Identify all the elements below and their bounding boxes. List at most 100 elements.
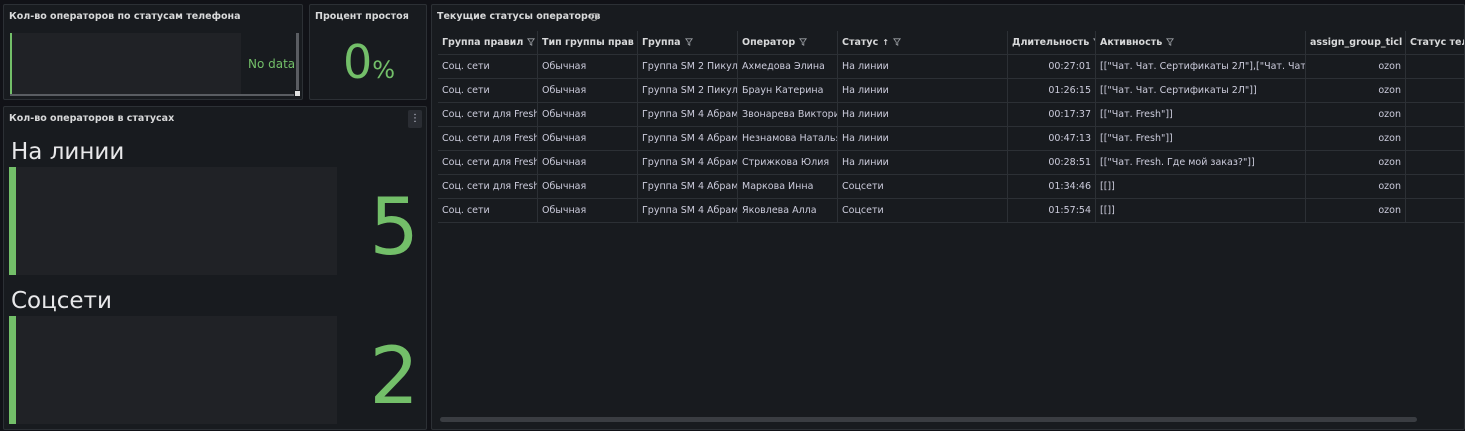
column-header[interactable]: Группа правил <box>438 31 538 55</box>
table-cell: Обычная <box>538 103 638 127</box>
column-header[interactable]: Статус ↑ <box>838 31 1008 55</box>
table-cell: 01:26:15 <box>1008 79 1096 103</box>
table-cell: [["Чат. Чат. Сертификаты 2Л"],["Чат. Чат… <box>1096 55 1306 79</box>
panel-title: Кол-во операторов по статусам телефона <box>9 11 241 22</box>
table-cell: Маркова Инна <box>738 175 838 199</box>
column-header[interactable]: Активность <box>1096 31 1306 55</box>
cell-value: На линии <box>842 61 889 72</box>
cell-value: Соц. сети для Fresh <box>442 157 538 168</box>
table-cell: Группа SM 4 Абрамо <box>638 175 738 199</box>
table-cell: Соц. сети для Fresh <box>438 127 538 151</box>
cell-value: Маркова Инна <box>742 181 814 192</box>
cell-value: Яковлева Алла <box>742 205 817 216</box>
filter-icon[interactable] <box>892 38 901 46</box>
column-header[interactable]: assign_group_ticl <box>1306 31 1406 55</box>
table-row[interactable]: Соц. сети для Fresh Обычная Группа SM 4 Аб… <box>438 151 1464 175</box>
table-cell <box>1406 55 1464 79</box>
cell-value: Незнамова Наталья <box>742 133 838 144</box>
table-cell: Группа SM 4 Абрамо <box>638 151 738 175</box>
cell-value: Обычная <box>542 133 587 144</box>
table-cell: На линии <box>838 151 1008 175</box>
column-header-label: Статус теле <box>1410 37 1464 48</box>
cell-value: Соц. сети <box>442 85 490 96</box>
stat-value: 2 <box>369 332 419 422</box>
table-cell: ozon <box>1306 199 1406 223</box>
column-header-label: Группа правил <box>442 37 524 48</box>
table-cell: ozon <box>1306 103 1406 127</box>
cell-value: Группа SM 4 Абрамо <box>642 109 738 120</box>
table-cell: Незнамова Наталья <box>738 127 838 151</box>
cell-value: [["Чат. Fresh"]] <box>1100 133 1173 144</box>
cell-value: ozon <box>1378 85 1401 96</box>
table-row[interactable]: Соц. сети для Fresh Обычная Группа SM 4 Аб… <box>438 175 1464 199</box>
info-icon[interactable]: i <box>590 13 598 21</box>
resize-handle[interactable] <box>295 91 300 96</box>
cell-value: Соцсети <box>842 205 884 216</box>
cell-value: На линии <box>842 157 889 168</box>
x-axis-scrollbar[interactable] <box>10 94 294 96</box>
status-stat-social: Соцсети 2 <box>9 288 419 428</box>
table-cell: Соц. сети <box>438 199 538 223</box>
cell-value: [["Чат. Fresh"]] <box>1100 109 1173 120</box>
cell-value: Соц. сети <box>442 61 490 72</box>
sort-asc-icon[interactable]: ↑ <box>882 38 889 47</box>
y-axis-scrollbar[interactable] <box>296 33 299 90</box>
cell-value: 01:34:46 <box>1048 181 1091 192</box>
table-cell: 00:47:13 <box>1008 127 1096 151</box>
table-row[interactable]: Соц. сети Обычная Группа SM 2 Пикули Браун … <box>438 79 1464 103</box>
filter-icon[interactable] <box>684 38 693 46</box>
column-header[interactable]: Длительность <box>1008 31 1096 55</box>
table-header-row: Группа правил Тип группы прав Группа Операт… <box>438 31 1464 55</box>
table-cell: ozon <box>1306 55 1406 79</box>
cell-value: Обычная <box>542 157 587 168</box>
cell-value: Звонарева Виктория <box>742 109 838 120</box>
column-header-label: Оператор <box>742 37 796 48</box>
table-cell: Обычная <box>538 151 638 175</box>
cell-value: 01:26:15 <box>1048 85 1091 96</box>
cell-value: Обычная <box>542 205 587 216</box>
table-cell: Соцсети <box>838 175 1008 199</box>
cell-value: Соц. сети для Fresh <box>442 109 538 120</box>
horizontal-scrollbar[interactable] <box>440 417 1417 422</box>
cell-value: Соц. сети для Fresh <box>442 181 538 192</box>
table-row[interactable]: Соц. сети Обычная Группа SM 4 Абрамо Яковле… <box>438 199 1464 223</box>
cell-value: Обычная <box>542 61 587 72</box>
table-cell: На линии <box>838 79 1008 103</box>
status-stat-online: На линии 5 <box>9 139 419 279</box>
table-cell: 01:57:54 <box>1008 199 1096 223</box>
panel-title: Текущие статусы операторов <box>437 11 601 22</box>
cell-value: Обычная <box>542 85 587 96</box>
table-cell: Обычная <box>538 175 638 199</box>
panel-idle-percent: Процент простоя 0% <box>309 4 427 100</box>
table-row[interactable]: Соц. сети для Fresh Обычная Группа SM 4 Аб… <box>438 127 1464 151</box>
filter-icon[interactable] <box>527 38 536 46</box>
filter-icon[interactable] <box>799 38 808 46</box>
table-cell <box>1406 127 1464 151</box>
cell-value: Группа SM 2 Пикули <box>642 85 738 96</box>
cell-value: Браун Катерина <box>742 85 824 96</box>
table-row[interactable]: Соц. сети для Fresh Обычная Группа SM 4 Аб… <box>438 103 1464 127</box>
filter-icon[interactable] <box>1166 38 1175 46</box>
column-header[interactable]: Оператор <box>738 31 838 55</box>
table-row[interactable]: Соц. сети Обычная Группа SM 2 Пикули Ахмедо… <box>438 55 1464 79</box>
cell-value: ozon <box>1378 181 1401 192</box>
cell-value: Группа SM 4 Абрамо <box>642 181 738 192</box>
column-header[interactable]: Тип группы прав <box>538 31 638 55</box>
cell-value: ozon <box>1378 205 1401 216</box>
column-header[interactable]: Статус теле <box>1406 31 1464 55</box>
table-cell: Звонарева Виктория <box>738 103 838 127</box>
cell-value: ozon <box>1378 61 1401 72</box>
cell-value: 00:17:37 <box>1048 109 1091 120</box>
column-header-label: Группа <box>642 37 681 48</box>
table-cell: Соц. сети <box>438 79 538 103</box>
table-cell: Яковлева Алла <box>738 199 838 223</box>
panel-menu-button[interactable]: ⋮ <box>408 110 422 128</box>
table-cell: Обычная <box>538 55 638 79</box>
column-header[interactable]: Группа <box>638 31 738 55</box>
table-cell: Соц. сети <box>438 55 538 79</box>
table-cell: ozon <box>1306 151 1406 175</box>
table-cell: Группа SM 4 Абрамо <box>638 199 738 223</box>
cell-value: Соц. сети <box>442 205 490 216</box>
cell-value: На линии <box>842 133 889 144</box>
table-cell: 00:17:37 <box>1008 103 1096 127</box>
